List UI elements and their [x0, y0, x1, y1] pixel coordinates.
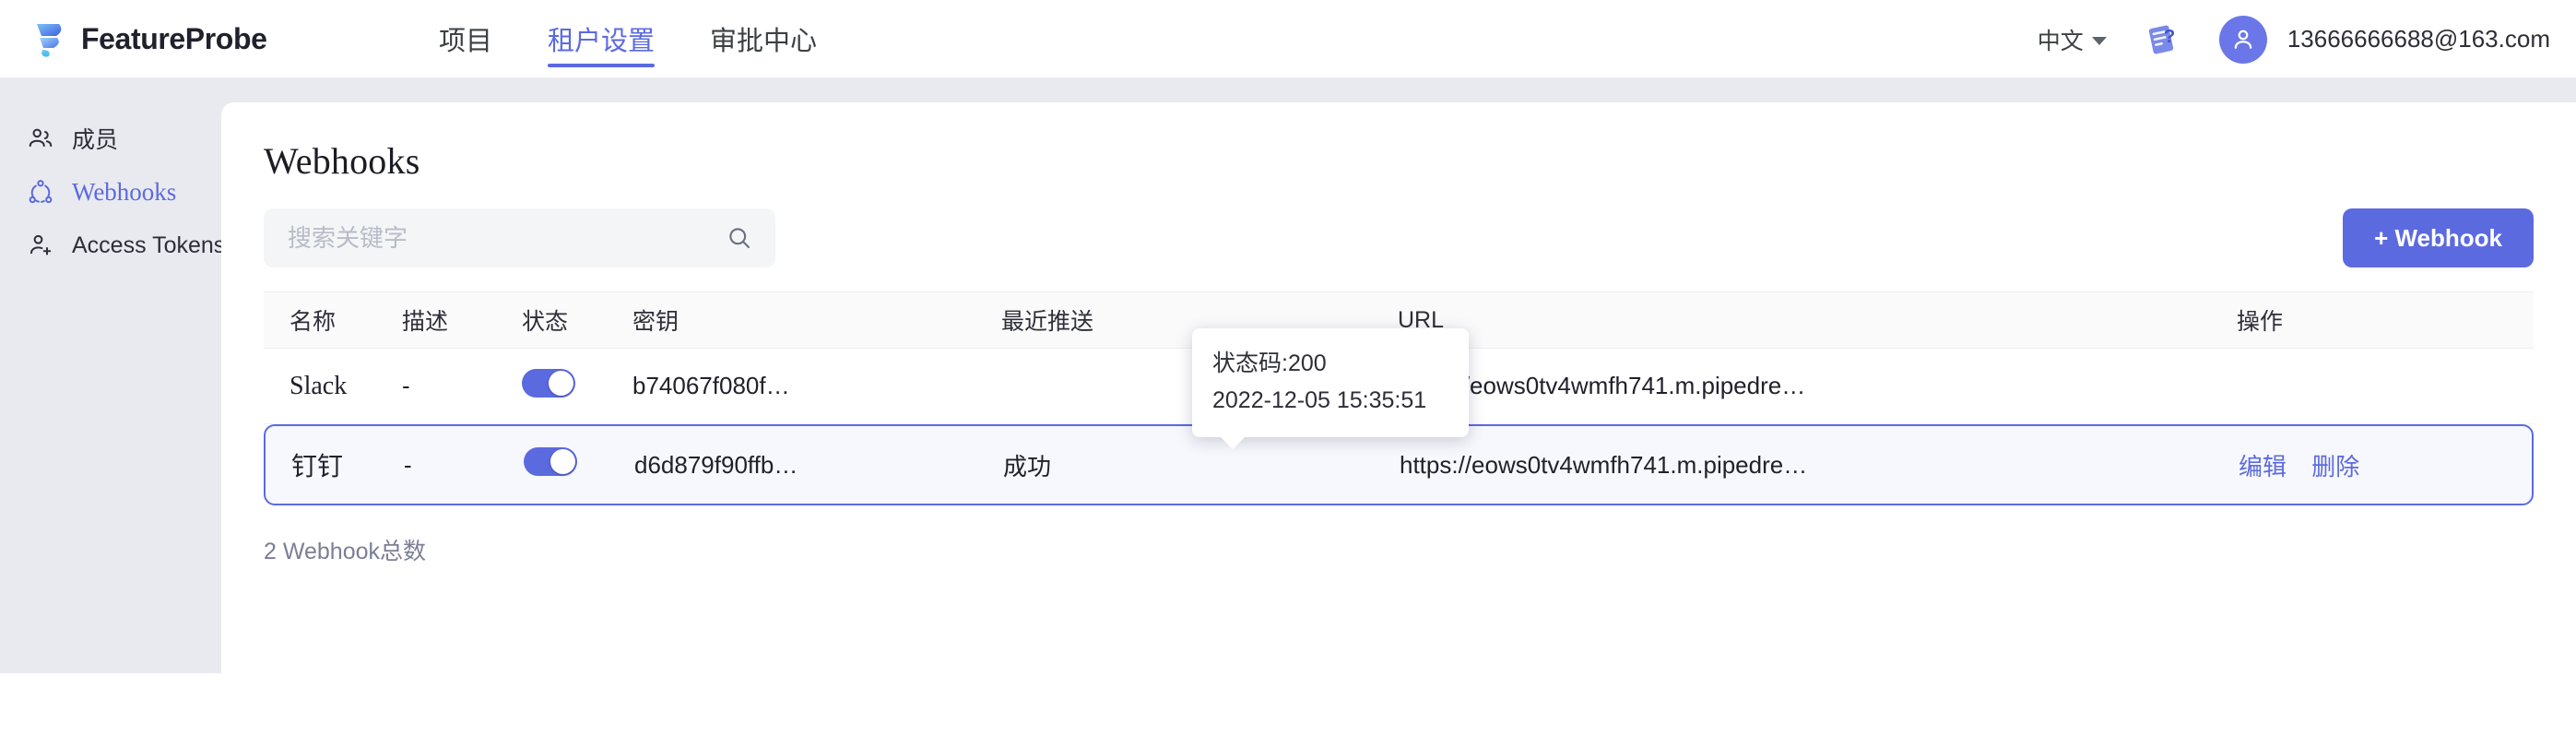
column-header-operations: 操作 [2237, 303, 2513, 337]
column-header-url: URL [1398, 307, 2237, 334]
header-right-group: 中文 ? 13666666688@163.com [2038, 0, 2550, 78]
toolbar: + Webhook [264, 208, 2534, 267]
last-push-tooltip: 状态码:200 2022-12-05 15:35:51 [1192, 328, 1469, 437]
add-webhook-button[interactable]: + Webhook [2343, 208, 2534, 267]
cell-description: - [404, 451, 524, 480]
sidebar: 成员 Webhooks Access Tokens [0, 78, 221, 673]
cell-secret: d6d879f90ffb… [634, 451, 1003, 480]
cell-url: https://eows0tv4wmfh741.m.pipedre… [1400, 451, 2239, 480]
tooltip-timestamp: 2022-12-05 15:35:51 [1212, 382, 1448, 419]
webhook-icon [26, 177, 55, 207]
featureprobe-logo-icon [31, 18, 72, 59]
help-document-icon[interactable]: ? [2140, 18, 2182, 61]
svg-text:?: ? [2164, 27, 2175, 47]
sidebar-item-access-tokens[interactable]: Access Tokens [0, 219, 221, 272]
members-icon [26, 124, 55, 153]
brand-name: FeatureProbe [81, 22, 266, 56]
search-input[interactable] [288, 224, 751, 253]
cell-last-push[interactable]: 成功 [1003, 448, 1400, 482]
cell-name: 钉钉 [266, 446, 404, 483]
main-nav: 项目 租户设置 审批中心 [439, 0, 817, 78]
status-toggle[interactable] [522, 369, 575, 398]
cell-name: Slack [264, 372, 402, 401]
user-email[interactable]: 13666666688@163.com [2287, 25, 2550, 53]
search-icon[interactable] [726, 224, 753, 256]
cell-description: - [402, 372, 522, 400]
cell-operations: 编辑 删除 [2239, 448, 2515, 482]
tab-approval-center[interactable]: 审批中心 [710, 0, 817, 78]
top-header: FeatureProbe 项目 租户设置 审批中心 中文 ? [0, 0, 2576, 78]
column-header-status: 状态 [522, 303, 632, 337]
sidebar-item-label: 成员 [72, 122, 118, 155]
delete-link[interactable]: 删除 [2311, 453, 2359, 481]
chevron-down-icon [2092, 37, 2107, 45]
column-header-name: 名称 [264, 303, 402, 337]
cell-secret: b74067f080f… [632, 372, 1001, 400]
status-toggle[interactable] [524, 447, 577, 476]
sidebar-item-label: Access Tokens [72, 232, 225, 259]
column-header-secret: 密钥 [632, 303, 1001, 337]
page-title: Webhooks [264, 102, 2534, 183]
sidebar-item-label: Webhooks [72, 178, 176, 207]
tooltip-status-code: 状态码:200 [1212, 345, 1448, 382]
user-add-icon [26, 231, 55, 260]
user-avatar-icon[interactable] [2219, 16, 2267, 64]
edit-link[interactable]: 编辑 [2239, 453, 2286, 481]
sidebar-item-members[interactable]: 成员 [0, 112, 221, 165]
table-footer-count: 2 Webhook总数 [264, 533, 2534, 566]
cell-status [522, 369, 632, 404]
language-selector[interactable]: 中文 [2038, 23, 2107, 56]
tab-projects[interactable]: 项目 [439, 0, 492, 78]
search-box[interactable] [264, 208, 775, 267]
language-label: 中文 [2038, 23, 2084, 56]
brand[interactable]: FeatureProbe [31, 18, 400, 59]
tab-tenant-settings[interactable]: 租户设置 [548, 0, 655, 78]
column-header-description: 描述 [402, 303, 522, 337]
sidebar-item-webhooks[interactable]: Webhooks [0, 165, 221, 219]
cell-status [524, 447, 634, 482]
cell-url: https://eows0tv4wmfh741.m.pipedre… [1398, 372, 2237, 400]
